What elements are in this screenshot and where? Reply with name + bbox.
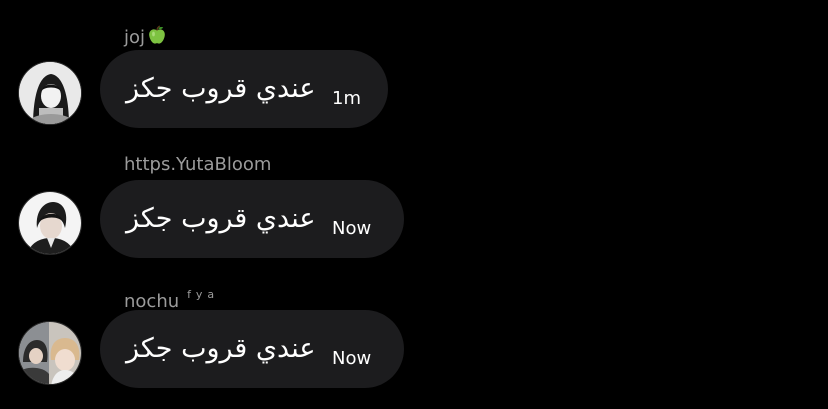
message-text: عندي قروب جكز [126,203,316,234]
green-apple-icon [146,24,168,52]
message-text: عندي قروب جكز [126,73,316,104]
message-bubble[interactable]: عندي قروب جكز Now [100,310,404,388]
avatar[interactable] [18,321,82,385]
message-time: Now [332,348,372,369]
message-bubble[interactable]: عندي قروب جكز Now [100,180,404,258]
sender-flair: fya [187,288,220,301]
sender-name-row[interactable]: https.YutaBloom [124,154,271,176]
sender-name[interactable]: nochu [124,291,179,312]
message-row: joj عندي قروب جكز 1m [0,0,828,130]
avatar[interactable] [18,61,82,125]
message-time: 1m [332,88,361,109]
message-row: https.YutaBloom عندي قروب جكز Now [0,130,828,260]
message-row: nochu fya عندي قروب جكز Now [0,260,828,390]
message-time: Now [332,218,372,239]
message-text: عندي قروب جكز [126,333,316,364]
sender-name-row[interactable]: joj [124,24,168,52]
sender-name-row[interactable]: nochu fya [124,284,219,313]
message-bubble[interactable]: عندي قروب جكز 1m [100,50,388,128]
sender-name[interactable]: https.YutaBloom [124,154,271,175]
sender-name[interactable]: joj [124,27,145,48]
avatar[interactable] [18,191,82,255]
